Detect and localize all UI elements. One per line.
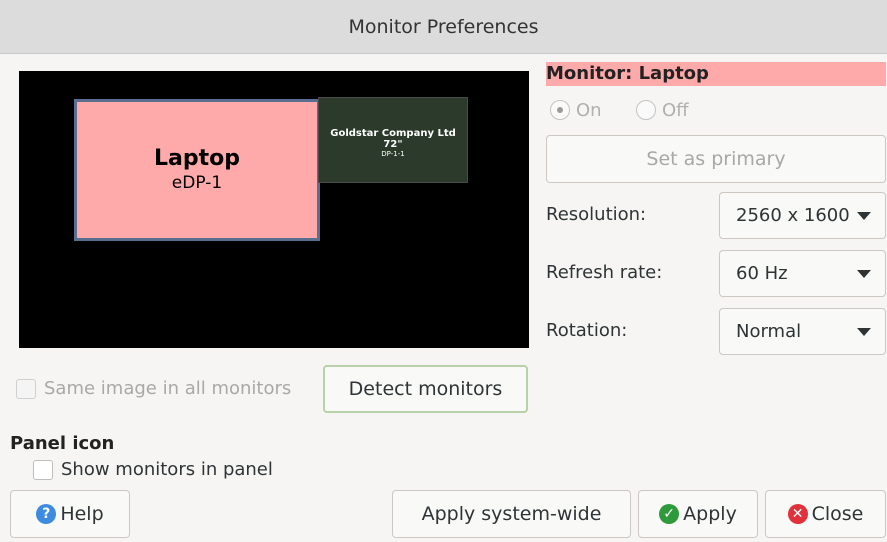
refresh-rate-label: Refresh rate: <box>546 262 663 283</box>
monitor-laptop-connector: eDP-1 <box>171 173 223 193</box>
monitor-laptop-name: Laptop <box>154 146 240 171</box>
window-title: Monitor Preferences <box>0 0 887 54</box>
help-icon: ? <box>36 504 57 524</box>
set-primary-button[interactable]: Set as primary <box>546 135 886 183</box>
monitor-external-connector: DP-1-1 <box>381 150 405 158</box>
close-button-label: Close <box>811 503 864 525</box>
mirror-label: Same image in all monitors <box>44 378 292 399</box>
apply-system-wide-button[interactable]: Apply system-wide <box>392 490 631 538</box>
monitor-layout-canvas[interactable]: Laptop eDP-1 Goldstar Company Ltd 72" DP… <box>19 71 529 348</box>
chevron-down-icon <box>857 328 871 336</box>
radio-off-label: Off <box>662 99 689 121</box>
radio-on[interactable]: On <box>550 98 602 122</box>
radio-off-indicator[interactable] <box>636 100 656 120</box>
check-icon: ✓ <box>659 504 680 524</box>
detect-monitors-button[interactable]: Detect monitors <box>323 365 528 413</box>
resolution-select[interactable]: 2560 x 1600 <box>719 192 886 239</box>
monitor-external-name: Goldstar Company Ltd 72" <box>330 128 456 150</box>
mirror-checkbox[interactable] <box>16 379 36 399</box>
rotation-label: Rotation: <box>546 320 628 341</box>
rotation-value: Normal <box>736 321 802 342</box>
resolution-label: Resolution: <box>546 204 647 225</box>
close-button[interactable]: ✕ Close <box>765 490 886 538</box>
help-button-label: Help <box>60 503 104 525</box>
rotation-select[interactable]: Normal <box>719 308 886 355</box>
apply-button[interactable]: ✓ Apply <box>638 490 758 538</box>
radio-on-indicator[interactable] <box>550 100 570 120</box>
close-icon: ✕ <box>787 504 808 524</box>
help-button[interactable]: ? Help <box>10 490 130 538</box>
apply-button-label: Apply <box>683 503 737 525</box>
monitor-external[interactable]: Goldstar Company Ltd 72" DP-1-1 <box>318 97 468 183</box>
show-monitors-label: Show monitors in panel <box>61 459 273 480</box>
refresh-rate-value: 60 Hz <box>736 263 788 284</box>
monitor-header: Monitor: Laptop <box>546 62 886 86</box>
panel-icon-heading: Panel icon <box>10 433 115 454</box>
monitor-laptop[interactable]: Laptop eDP-1 <box>74 99 320 241</box>
radio-on-label: On <box>576 99 602 121</box>
show-monitors-checkbox[interactable] <box>33 460 53 480</box>
radio-off[interactable]: Off <box>636 98 689 122</box>
refresh-rate-select[interactable]: 60 Hz <box>719 250 886 297</box>
chevron-down-icon <box>857 212 871 220</box>
resolution-value: 2560 x 1600 <box>736 205 850 226</box>
chevron-down-icon <box>857 270 871 278</box>
